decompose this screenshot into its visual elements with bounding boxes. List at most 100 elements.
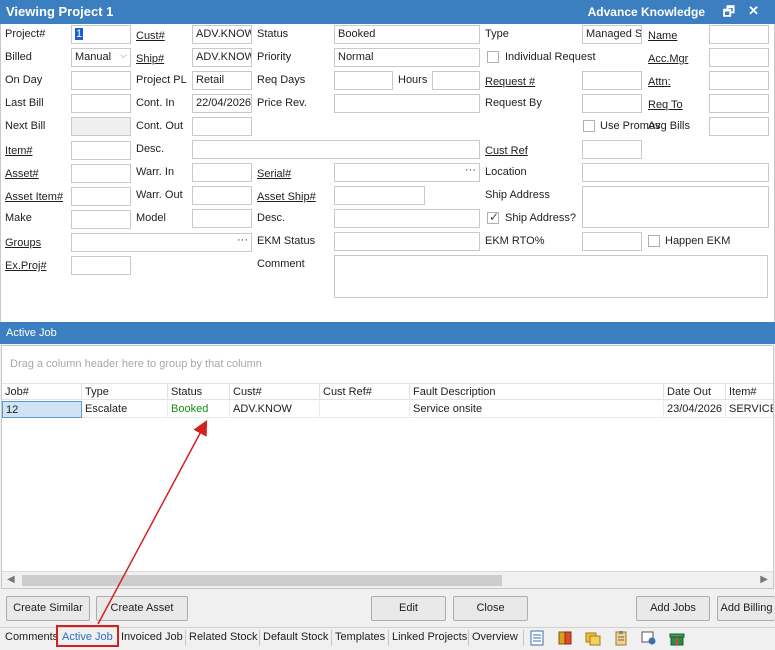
col-header-status[interactable]: Status: [168, 384, 230, 400]
req-days-field[interactable]: [334, 71, 393, 90]
group-by-hint[interactable]: Drag a column header here to group by th…: [10, 358, 262, 370]
create-similar-button[interactable]: Create Similar: [6, 596, 90, 621]
hours-field[interactable]: [432, 71, 480, 90]
col-header-cust-ref[interactable]: Cust Ref#: [320, 384, 410, 400]
status-field[interactable]: Booked: [334, 25, 480, 44]
comment-field[interactable]: [334, 255, 768, 298]
ex-proj-field[interactable]: [71, 256, 131, 275]
tab-templates[interactable]: Templates: [335, 631, 385, 643]
cell-cust-ref[interactable]: [320, 401, 410, 418]
cell-job[interactable]: 12: [2, 401, 82, 418]
serial-field[interactable]: ···: [334, 163, 480, 182]
add-jobs-button[interactable]: Add Jobs: [636, 596, 710, 621]
horizontal-scrollbar[interactable]: ◀ ▶: [2, 571, 773, 588]
tab-overview[interactable]: Overview: [472, 631, 518, 643]
name-field[interactable]: [709, 25, 769, 44]
col-header-date-out[interactable]: Date Out: [664, 384, 726, 400]
col-header-type[interactable]: Type: [82, 384, 168, 400]
col-header-cust[interactable]: Cust#: [230, 384, 320, 400]
tab-invoiced-job[interactable]: Invoiced Job: [121, 631, 183, 643]
acc-mgr-field[interactable]: [709, 48, 769, 67]
asset-no-label[interactable]: Asset#: [5, 168, 39, 180]
req-to-label[interactable]: Req To: [648, 99, 683, 111]
ellipsis-icon[interactable]: ···: [465, 164, 476, 176]
serial-label[interactable]: Serial#: [257, 168, 291, 180]
ex-proj-label[interactable]: Ex.Proj#: [5, 260, 47, 272]
add-billing-button[interactable]: Add Billing: [717, 596, 775, 621]
avg-bills-field[interactable]: [709, 117, 769, 136]
cell-type[interactable]: Escalate: [82, 401, 168, 418]
cell-fault-description[interactable]: Service onsite: [410, 401, 664, 418]
warr-out-field[interactable]: [192, 186, 252, 205]
cell-date-out[interactable]: 23/04/2026: [664, 401, 726, 418]
asset-item-field[interactable]: [71, 187, 131, 206]
asset-no-field[interactable]: [71, 164, 131, 183]
groups-field[interactable]: ···: [71, 233, 252, 252]
asset-item-label[interactable]: Asset Item#: [5, 191, 63, 203]
ship-address-field[interactable]: [582, 186, 769, 228]
billed-select[interactable]: Manual ⌵: [71, 48, 131, 67]
make-field[interactable]: [71, 210, 131, 229]
book-icon[interactable]: [557, 630, 573, 646]
edit-button[interactable]: Edit: [371, 596, 446, 621]
tab-related-stock[interactable]: Related Stock: [189, 631, 257, 643]
location-field[interactable]: [582, 163, 769, 182]
request-no-label[interactable]: Request #: [485, 76, 535, 88]
type-field[interactable]: Managed Se: [582, 25, 642, 44]
certificate-icon[interactable]: [641, 630, 657, 646]
scroll-right-icon[interactable]: ▶: [760, 574, 768, 585]
close-button[interactable]: Close: [453, 596, 528, 621]
asset-ship-label[interactable]: Asset Ship#: [257, 191, 316, 203]
cust-ref-label[interactable]: Cust Ref: [485, 145, 528, 157]
asset-ship-field[interactable]: [334, 186, 425, 205]
project-pl-field[interactable]: Retail: [192, 71, 252, 90]
ekm-rto-field[interactable]: [582, 232, 642, 251]
desc-field[interactable]: [192, 140, 480, 159]
priority-field[interactable]: Normal: [334, 48, 480, 67]
clipboard-icon[interactable]: [613, 630, 629, 646]
col-header-fault-description[interactable]: Fault Description: [410, 384, 664, 400]
cell-status[interactable]: Booked: [168, 401, 230, 418]
cust-no-label[interactable]: Cust#: [136, 30, 165, 42]
cust-ref-field[interactable]: [582, 140, 642, 159]
col-header-item[interactable]: Item#: [726, 384, 773, 400]
request-by-field[interactable]: [582, 94, 642, 113]
attn-field[interactable]: [709, 71, 769, 90]
req-to-field[interactable]: [709, 94, 769, 113]
ship-no-label[interactable]: Ship#: [136, 53, 164, 65]
tab-default-stock[interactable]: Default Stock: [263, 631, 328, 643]
scroll-left-icon[interactable]: ◀: [7, 574, 15, 585]
model-field[interactable]: [192, 209, 252, 228]
price-rev-field[interactable]: [334, 94, 480, 113]
gift-icon[interactable]: [669, 630, 685, 646]
tab-linked-projects[interactable]: Linked Projects: [392, 631, 467, 643]
last-bill-field[interactable]: [71, 94, 131, 113]
cust-no-field[interactable]: ADV.KNOW: [192, 25, 252, 44]
ellipsis-icon[interactable]: ···: [237, 234, 248, 246]
ship-address-checkbox[interactable]: [487, 210, 499, 224]
cell-item[interactable]: SERVICE: [726, 401, 773, 418]
warr-in-field[interactable]: [192, 163, 252, 182]
cont-out-field[interactable]: [192, 117, 252, 136]
item-no-field[interactable]: [71, 141, 131, 160]
col-header-job[interactable]: Job#: [2, 384, 82, 400]
on-day-field[interactable]: [71, 71, 131, 90]
cell-cust[interactable]: ADV.KNOW: [230, 401, 320, 418]
name-label[interactable]: Name: [648, 30, 677, 42]
cont-in-field[interactable]: 22/04/2026: [192, 94, 252, 113]
restore-icon[interactable]: 🗗: [723, 3, 735, 25]
table-row[interactable]: 12 Escalate Booked ADV.KNOW Service onsi…: [2, 401, 773, 418]
request-no-field[interactable]: [582, 71, 642, 90]
attn-label[interactable]: Attn:: [648, 76, 671, 88]
ship-no-field[interactable]: ADV.KNOW: [192, 48, 252, 67]
project-no-field[interactable]: 1: [71, 25, 131, 44]
groups-label[interactable]: Groups: [5, 237, 41, 249]
item-no-label[interactable]: Item#: [5, 145, 33, 157]
individual-request-checkbox[interactable]: [487, 51, 499, 63]
document-list-icon[interactable]: [529, 630, 545, 646]
close-icon[interactable]: ✕: [748, 3, 759, 19]
tab-comments[interactable]: Comments: [5, 631, 58, 643]
scrollbar-thumb[interactable]: [22, 575, 502, 586]
folders-icon[interactable]: [585, 630, 601, 646]
acc-mgr-label[interactable]: Acc.Mgr: [648, 53, 688, 65]
